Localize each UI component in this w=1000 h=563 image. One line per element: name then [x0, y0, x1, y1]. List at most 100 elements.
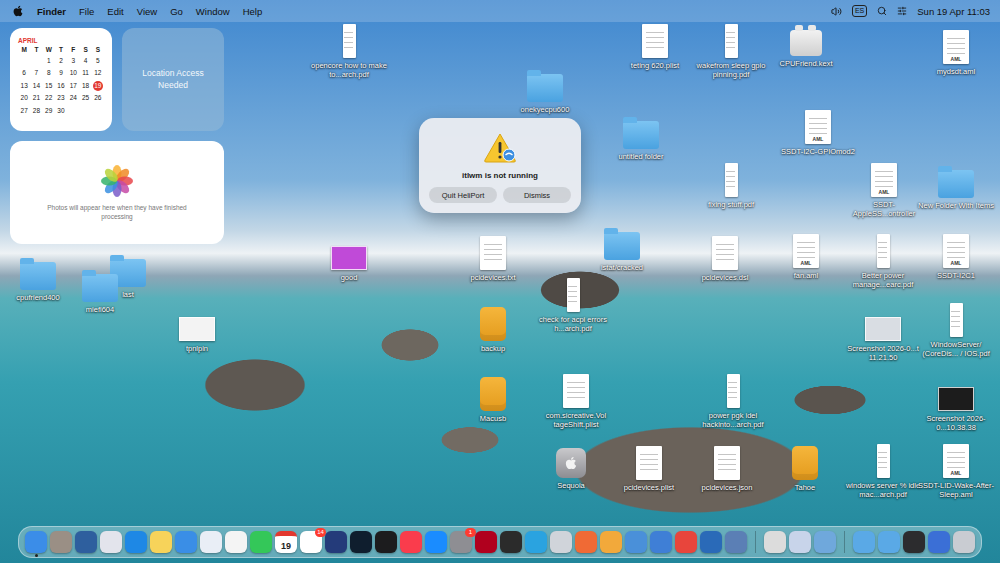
app-icon[interactable]: [475, 531, 497, 553]
desktop-icon[interactable]: pcidevices.json: [689, 446, 765, 492]
desktop-icon[interactable]: istat/cracked: [584, 228, 660, 272]
desktop-icon[interactable]: AMLSSDT-I2C1: [918, 234, 994, 280]
dock-item[interactable]: [325, 531, 347, 553]
desktop-icon[interactable]: com.sicreative.Vol tageShift.plist: [538, 374, 614, 429]
app-icon[interactable]: [625, 531, 647, 553]
desktop-icon[interactable]: Screenshot 2026-0...10.38.38: [918, 381, 994, 432]
app-icon[interactable]: [425, 531, 447, 553]
app-icon[interactable]: [200, 531, 222, 553]
desktop-icon[interactable]: fixing stuff.pdf: [693, 163, 769, 209]
app-icon[interactable]: [125, 531, 147, 553]
desktop-icon[interactable]: Screenshot 2026-0...t 11.21.50: [845, 311, 921, 362]
app-icon[interactable]: [953, 531, 975, 553]
app-icon[interactable]: [575, 531, 597, 553]
app-icon[interactable]: [250, 531, 272, 553]
app-icon[interactable]: 19: [275, 531, 297, 553]
photos-widget[interactable]: Photos will appear here when they have f…: [10, 141, 224, 244]
menu-item[interactable]: File: [79, 6, 94, 17]
desktop-icon[interactable]: onekyecpu600: [507, 70, 583, 114]
dock-item[interactable]: [675, 531, 697, 553]
control-center-icon[interactable]: [897, 6, 907, 16]
dock-item[interactable]: [75, 531, 97, 553]
menu-item[interactable]: Edit: [107, 6, 123, 17]
apple-icon[interactable]: [12, 5, 24, 17]
app-icon[interactable]: [700, 531, 722, 553]
desktop-icon[interactable]: AMLmydsdt.aml: [918, 30, 994, 76]
app-icon[interactable]: [814, 531, 836, 553]
desktop-icon[interactable]: AMLSSDT-LID-Wake-After-Sleep.aml: [918, 444, 994, 499]
app-icon[interactable]: [600, 531, 622, 553]
dock-item[interactable]: [878, 531, 900, 553]
desktop-icon[interactable]: AMLfan.aml: [768, 234, 844, 280]
app-icon[interactable]: [150, 531, 172, 553]
app-icon[interactable]: [400, 531, 422, 553]
menu-item[interactable]: Help: [243, 6, 263, 17]
dock-item[interactable]: [150, 531, 172, 553]
dock-item[interactable]: [500, 531, 522, 553]
dock-item[interactable]: [550, 531, 572, 553]
dock-item[interactable]: [575, 531, 597, 553]
app-icon[interactable]: [500, 531, 522, 553]
desktop-icon[interactable]: backup: [455, 307, 531, 353]
dock-item[interactable]: [375, 531, 397, 553]
search-icon[interactable]: [877, 6, 887, 16]
app-icon[interactable]: [789, 531, 811, 553]
app-icon[interactable]: [853, 531, 875, 553]
menu-clock[interactable]: Sun 19 Apr 11:03: [917, 6, 990, 17]
desktop-icon[interactable]: pcidevices.txt: [455, 236, 531, 282]
dock-item[interactable]: [764, 531, 786, 553]
alert-button[interactable]: Quit HeliPort: [429, 187, 497, 203]
dock-item[interactable]: 14: [300, 531, 322, 553]
dock-item[interactable]: [475, 531, 497, 553]
dock-item[interactable]: [928, 531, 950, 553]
desktop-icon[interactable]: good: [311, 240, 387, 282]
dock-item[interactable]: [125, 531, 147, 553]
desktop-icon[interactable]: opencore how to make to...arch.pdf: [311, 24, 387, 79]
dock-item[interactable]: [953, 531, 975, 553]
menu-item[interactable]: Window: [196, 6, 230, 17]
app-icon[interactable]: [525, 531, 547, 553]
app-icon[interactable]: [878, 531, 900, 553]
app-icon[interactable]: [764, 531, 786, 553]
menu-app-name[interactable]: Finder: [37, 6, 66, 17]
app-icon[interactable]: [928, 531, 950, 553]
dock-item[interactable]: [700, 531, 722, 553]
dock-item[interactable]: [600, 531, 622, 553]
app-icon[interactable]: [350, 531, 372, 553]
desktop-icon[interactable]: New Folder With Items: [918, 166, 994, 210]
alert-button[interactable]: Dismiss: [503, 187, 571, 203]
dock-item[interactable]: [789, 531, 811, 553]
calendar-widget[interactable]: APRILMTWTFSS1234567891011121314151617181…: [10, 28, 112, 131]
dock-item[interactable]: [425, 531, 447, 553]
dock-item[interactable]: [814, 531, 836, 553]
dock-item[interactable]: [350, 531, 372, 553]
desktop-icon[interactable]: AMLSSDT-AppleSS...ontroller: [846, 163, 922, 218]
app-icon[interactable]: [725, 531, 747, 553]
input-source[interactable]: ES: [852, 5, 867, 17]
dock-item[interactable]: [200, 531, 222, 553]
desktop-icon[interactable]: wakefrom sleep gpio pinning.pdf: [693, 24, 769, 79]
desktop-icon[interactable]: miefi604: [62, 270, 138, 314]
dock-item[interactable]: [225, 531, 247, 553]
dock-item[interactable]: [853, 531, 875, 553]
app-icon[interactable]: [225, 531, 247, 553]
dock-item[interactable]: [625, 531, 647, 553]
dock-item[interactable]: [250, 531, 272, 553]
app-icon[interactable]: [375, 531, 397, 553]
desktop-icon[interactable]: Macusb: [455, 377, 531, 423]
dock-item[interactable]: [650, 531, 672, 553]
dock-item[interactable]: [175, 531, 197, 553]
desktop-icon[interactable]: Sequoia: [533, 446, 609, 490]
app-icon[interactable]: [650, 531, 672, 553]
desktop-icon[interactable]: CPUFriend.kext: [768, 24, 844, 68]
desktop-icon[interactable]: Tahoe: [767, 446, 843, 492]
app-icon[interactable]: [550, 531, 572, 553]
app-icon[interactable]: [100, 531, 122, 553]
dock-item[interactable]: [50, 531, 72, 553]
desktop-icon[interactable]: AMLSSDT-I2C-GPIOmod2: [780, 110, 856, 156]
desktop-icon[interactable]: pcidevices.dsl: [687, 236, 763, 282]
app-icon[interactable]: [50, 531, 72, 553]
desktop-icon[interactable]: pcidevices.plist: [611, 446, 687, 492]
app-icon[interactable]: [675, 531, 697, 553]
menu-item[interactable]: View: [137, 6, 157, 17]
